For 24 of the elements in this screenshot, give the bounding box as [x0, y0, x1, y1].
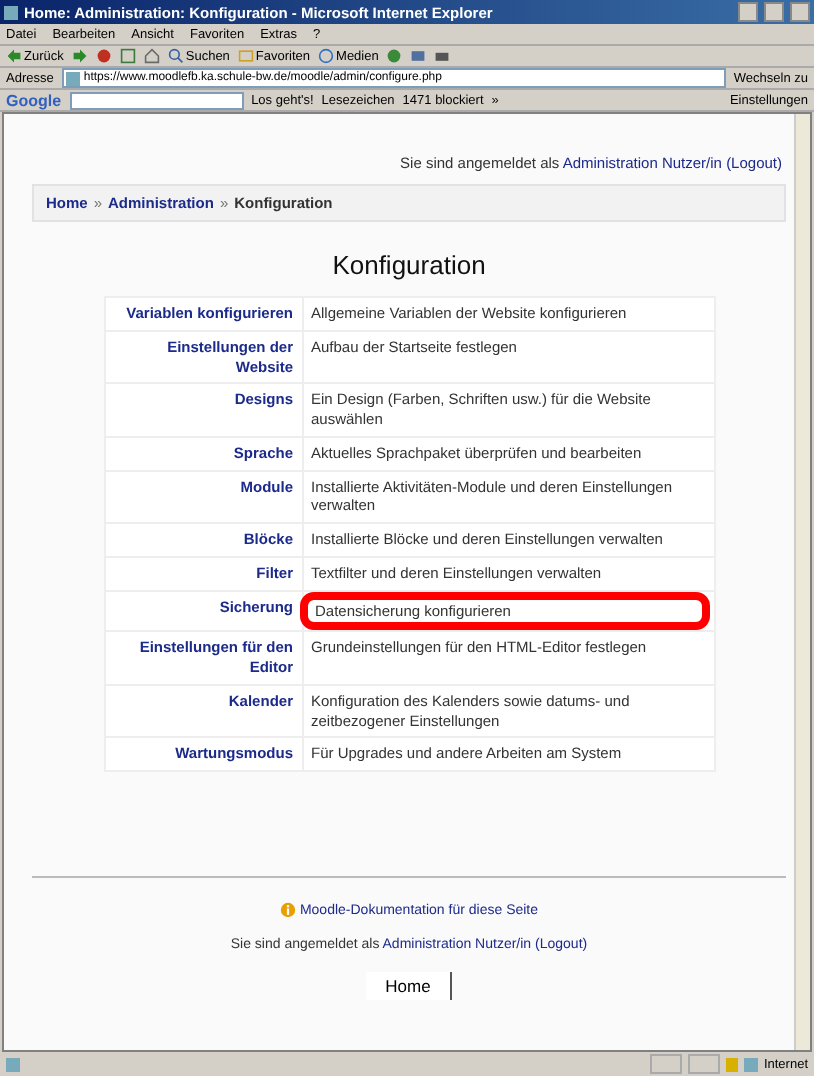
home-button[interactable]: Home — [365, 972, 453, 1000]
forward-icon — [71, 48, 88, 64]
status-panel — [649, 1054, 682, 1074]
media-icon — [318, 48, 335, 64]
favorites-icon — [237, 48, 254, 64]
scrollbar[interactable] — [794, 114, 810, 1050]
toolbar-button[interactable] — [386, 48, 403, 64]
toolbar-button[interactable] — [434, 48, 451, 64]
back-icon — [6, 48, 22, 64]
history-icon — [386, 48, 403, 64]
toolbar-button[interactable] — [71, 48, 88, 64]
toolbar-button[interactable] — [143, 48, 160, 64]
search-icon — [167, 48, 184, 64]
toolbar-button[interactable] — [95, 48, 112, 64]
home-icon — [143, 48, 160, 64]
page-heading: Konfiguration — [330, 250, 488, 280]
google-logo: Google — [6, 91, 62, 109]
stop-icon — [95, 48, 112, 64]
info-icon — [279, 902, 296, 918]
status-panel — [687, 1054, 720, 1074]
toolbar-button[interactable] — [410, 48, 427, 64]
print-icon — [434, 48, 451, 64]
search-field[interactable] — [69, 91, 244, 109]
mail-icon — [410, 48, 427, 64]
